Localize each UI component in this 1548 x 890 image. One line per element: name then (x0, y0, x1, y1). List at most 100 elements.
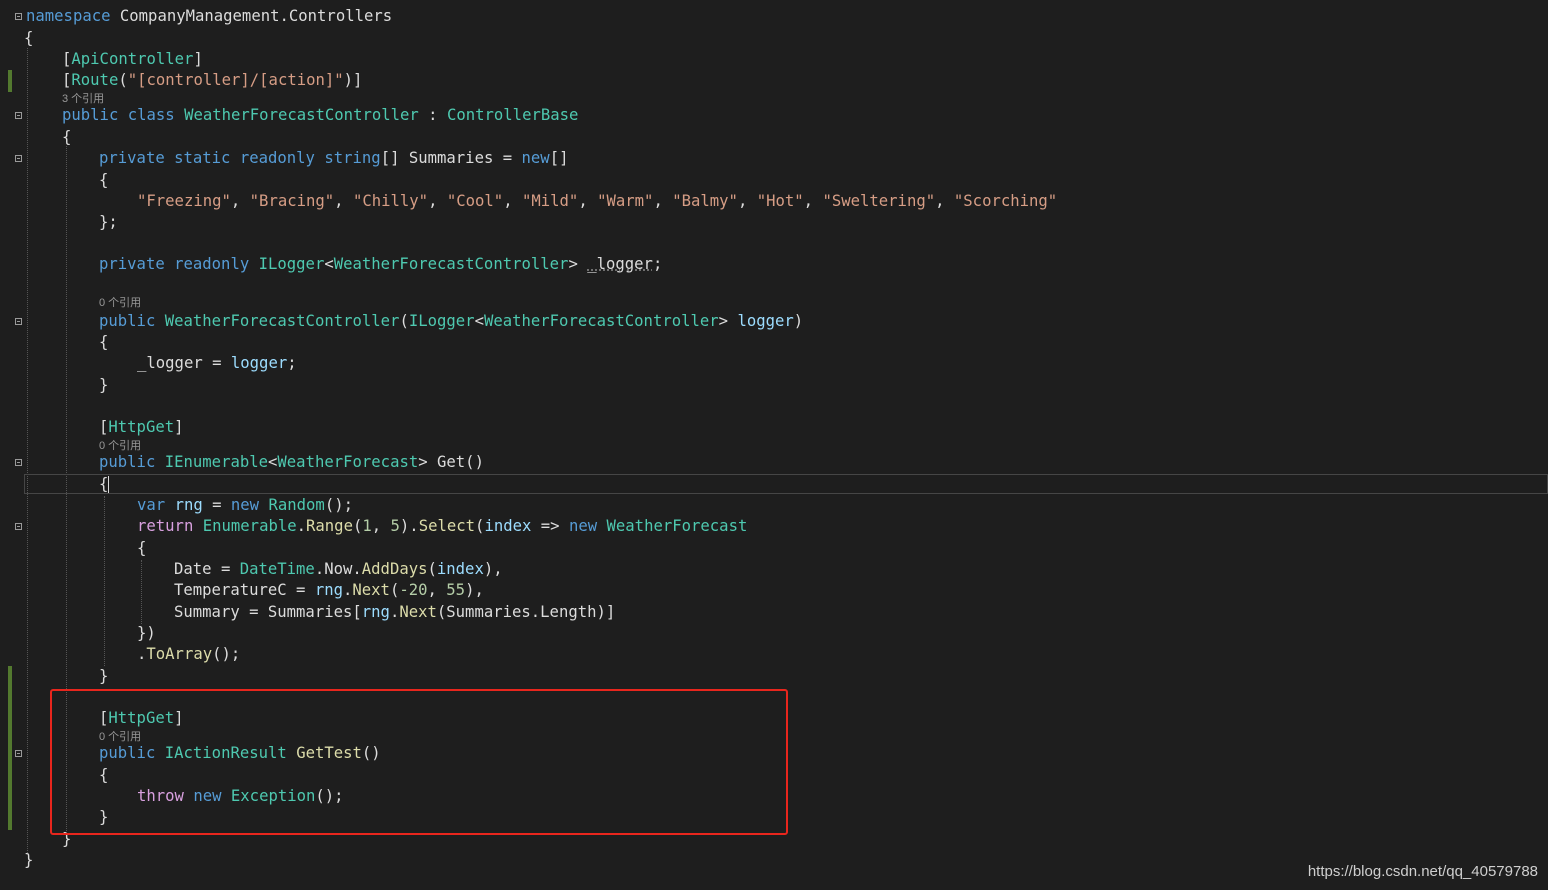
punct: )] (343, 71, 363, 89)
change-indicator (8, 666, 12, 830)
keyword: return (137, 517, 194, 535)
type-name: WeatherForecastController (483, 312, 719, 330)
method-name: > Get() (418, 453, 484, 471)
field-name: _logger (587, 255, 653, 273)
fold-toggle-icon[interactable] (15, 112, 22, 119)
code-line[interactable]: [HttpGet] (99, 417, 184, 438)
code-line[interactable]: "Freezing", "Bracing", "Chilly", "Cool",… (137, 191, 1057, 212)
code-line[interactable]: return Enumerable.Range(1, 5).Select(ind… (137, 516, 747, 537)
code-line[interactable]: public class WeatherForecastController :… (62, 105, 578, 126)
reference-count-hint[interactable]: 0 个引用 (99, 297, 141, 309)
punct: , (578, 192, 598, 210)
identifier: Now (324, 560, 353, 578)
punct: > (568, 255, 588, 273)
method-name: Next (399, 603, 437, 621)
string-literal: "Scorching" (953, 192, 1058, 210)
type-name: ILogger (258, 255, 325, 273)
code-line[interactable]: var rng = new Random(); (137, 495, 353, 516)
code-line[interactable]: namespace CompanyManagement.Controllers (26, 6, 392, 27)
code-line[interactable]: { (137, 538, 146, 559)
type-name: Random (268, 496, 325, 514)
code-line[interactable]: .ToArray(); (137, 644, 240, 665)
punct: ; (287, 354, 297, 372)
class-name: WeatherForecastController (184, 106, 419, 124)
punct: > (718, 312, 738, 330)
fold-toggle-icon[interactable] (15, 318, 22, 325)
punct: ] (193, 50, 203, 68)
punct: ( (399, 312, 409, 330)
punct: . (314, 560, 325, 578)
punct: , (653, 192, 673, 210)
string-literal: "Bracing" (249, 192, 335, 210)
type-name: DateTime (239, 560, 315, 578)
reference-count-hint[interactable]: 3 个引用 (62, 93, 104, 105)
method-name: ToArray (146, 645, 213, 663)
code-line[interactable]: { (24, 28, 33, 49)
fold-toggle-icon[interactable] (15, 750, 22, 757)
parameter-name: logger (737, 312, 794, 330)
string-literal: "Sweltering" (822, 192, 936, 210)
code-line[interactable]: Summary = Summaries[rng.Next(Summaries.L… (174, 602, 615, 623)
type-name: WeatherForecast (606, 517, 748, 535)
attribute-name: ApiController (71, 50, 194, 68)
indent-guide (104, 496, 105, 666)
current-line-highlight (24, 474, 1548, 494)
identifier: Summary = Summaries[ (174, 603, 362, 621)
punct: (); (324, 496, 353, 514)
code-line[interactable]: Date = DateTime.Now.AddDays(index), (174, 559, 503, 580)
code-line[interactable]: [Route("[controller]/[action]")] (62, 70, 362, 91)
keyword: class (127, 106, 175, 124)
code-line[interactable]: { (62, 127, 71, 148)
keyword: readonly (239, 149, 315, 167)
code-line[interactable]: TemperatureC = rng.Next(-20, 55), (174, 580, 484, 601)
fold-toggle-icon[interactable] (15, 459, 22, 466)
punct: < (324, 255, 334, 273)
number-literal: 55 (446, 581, 466, 599)
fold-toggle-icon[interactable] (15, 523, 22, 530)
fold-toggle-icon[interactable] (15, 13, 22, 20)
code-line[interactable]: } (99, 666, 108, 687)
punct: [] (549, 149, 569, 167)
parameter-name: logger (230, 354, 288, 372)
punct: ). (399, 517, 419, 535)
keyword: readonly (174, 255, 250, 273)
code-line[interactable]: private static readonly string[] Summari… (99, 148, 568, 169)
code-line[interactable]: { (99, 170, 108, 191)
code-line[interactable]: { (99, 474, 108, 495)
code-editor[interactable]: namespace CompanyManagement.Controllers … (0, 0, 1548, 890)
keyword: namespace (26, 7, 111, 25)
code-line[interactable]: { (99, 332, 108, 353)
punct: , (935, 192, 954, 210)
punct: ), (483, 560, 503, 578)
code-line[interactable]: private readonly ILogger<WeatherForecast… (99, 254, 662, 275)
code-line[interactable]: public IEnumerable<WeatherForecast> Get(… (99, 452, 484, 473)
identifier: [] Summaries = (380, 149, 522, 167)
punct: , (427, 581, 447, 599)
code-line[interactable]: public WeatherForecastController(ILogger… (99, 311, 803, 332)
code-line[interactable]: }; (99, 212, 118, 233)
base-class-name: ControllerBase (446, 106, 579, 124)
code-line[interactable]: [ApiController] (62, 49, 203, 70)
indent-guide (141, 560, 142, 624)
punct: . (296, 517, 307, 535)
punct: < (268, 453, 278, 471)
keyword: private (99, 149, 165, 167)
number-literal: 1 (362, 517, 372, 535)
keyword: private (99, 255, 165, 273)
punct: ] (174, 418, 184, 436)
string-literal: "Freezing" (137, 192, 231, 210)
reference-count-hint[interactable]: 0 个引用 (99, 440, 141, 452)
code-line[interactable]: } (24, 850, 33, 871)
keyword: new (568, 517, 598, 535)
fold-toggle-icon[interactable] (15, 155, 22, 162)
code-line[interactable]: }) (137, 623, 156, 644)
punct: , (803, 192, 823, 210)
code-line[interactable]: _logger = logger; (137, 353, 297, 374)
punct: [ (62, 71, 72, 89)
punct: , (737, 192, 757, 210)
method-name: AddDays (361, 560, 428, 578)
code-line[interactable]: } (99, 375, 108, 396)
